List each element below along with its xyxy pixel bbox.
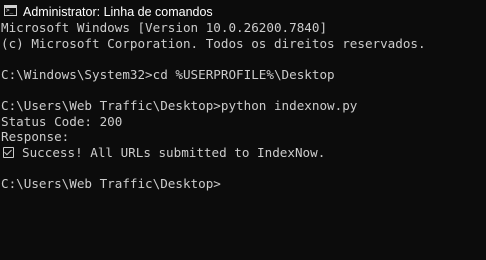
console-line: (c) Microsoft Corporation. Todos os dire… [1,35,426,51]
console-prompt-line[interactable]: C:\Users\Web Traffic\Desktop> [1,176,485,192]
success-message: Success! All URLs submitted to IndexNow. [22,144,326,160]
console-output[interactable]: Microsoft Windows [Version 10.0.26200.78… [1,20,485,192]
console-line: C:\Windows\System32>cd %USERPROFILE%\Des… [1,66,335,82]
success-line: Success! All URLs submitted to IndexNow. [1,145,485,161]
console-line: Response: [1,129,70,145]
console-line: Status Code: 200 [1,113,123,129]
console-line: C:\Users\Web Traffic\Desktop>python inde… [1,97,358,113]
window-title: Administrator: Linha de comandos [23,5,213,19]
check-box-icon [3,146,14,158]
command-prompt-window: >_ Administrator: Linha de comandos Micr… [0,0,486,260]
cmd-icon: >_ [4,5,17,16]
console-line: Microsoft Windows [Version 10.0.26200.78… [1,20,328,35]
